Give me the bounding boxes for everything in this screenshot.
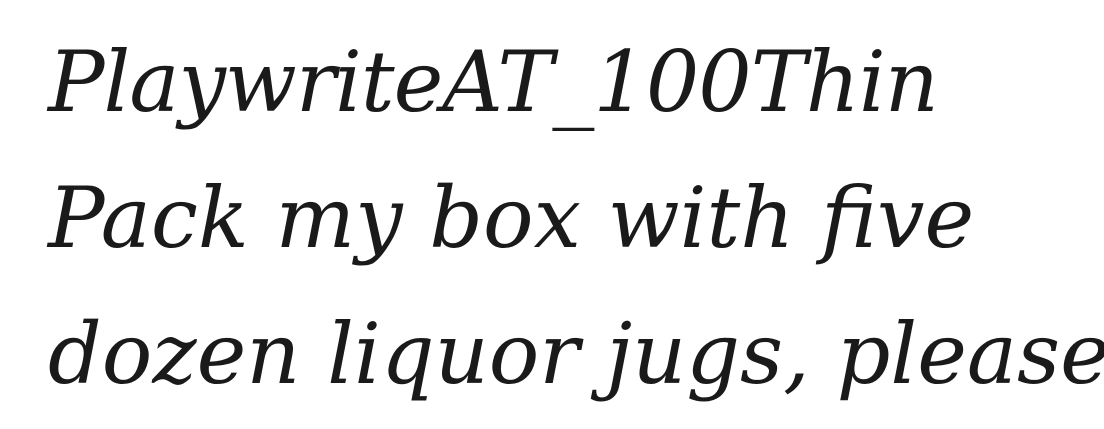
font-specimen: PlaywriteAT_100Thin Pack my box with fiv… — [48, 14, 1104, 422]
sample-text-line-2: dozen liquor jugs, please. — [48, 305, 1104, 403]
font-name-label: PlaywriteAT_100Thin — [48, 33, 939, 131]
sample-text-line-1: Pack my box with five — [48, 169, 975, 267]
